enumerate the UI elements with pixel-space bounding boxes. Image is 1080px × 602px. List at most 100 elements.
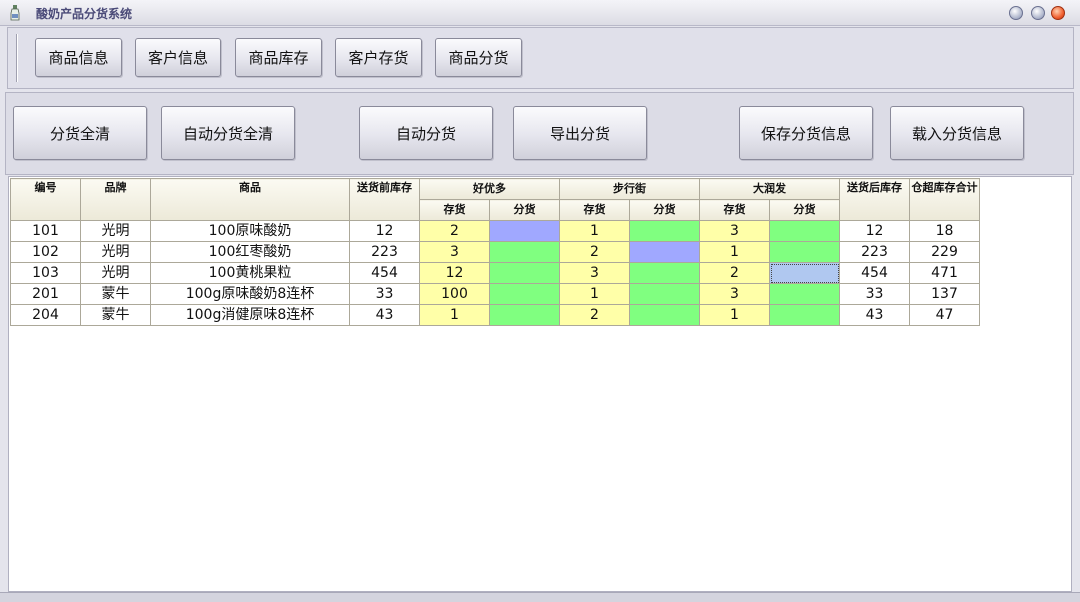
cell-stock-after[interactable]: 454	[839, 262, 910, 284]
cell-total[interactable]: 47	[909, 304, 980, 326]
cell-allocate[interactable]	[489, 262, 560, 284]
cell-brand[interactable]: 光明	[80, 241, 151, 263]
cell-allocate[interactable]	[769, 241, 840, 263]
cell-stock[interactable]: 1	[559, 220, 630, 242]
close-button[interactable]	[1051, 6, 1065, 20]
title-bar: 酸奶产品分货系统	[0, 0, 1080, 26]
product-stock-button[interactable]: 商品库存	[235, 38, 322, 77]
cell-allocate[interactable]	[769, 283, 840, 305]
cell-product[interactable]: 100原味酸奶	[150, 220, 350, 242]
cell-id[interactable]: 103	[10, 262, 81, 284]
cell-stock-before[interactable]: 33	[349, 283, 420, 305]
cell-id[interactable]: 204	[10, 304, 81, 326]
cell-allocate-selected[interactable]	[769, 262, 840, 284]
cell-allocate[interactable]	[629, 262, 700, 284]
product-info-button[interactable]: 商品信息	[35, 38, 122, 77]
cell-stock-before[interactable]: 454	[349, 262, 420, 284]
cell-stock-before[interactable]: 43	[349, 304, 420, 326]
col-header-id[interactable]: 编号	[10, 178, 81, 221]
cell-product[interactable]: 100g原味酸奶8连杯	[150, 283, 350, 305]
cell-brand[interactable]: 光明	[80, 220, 151, 242]
cell-brand[interactable]: 光明	[80, 262, 151, 284]
cell-stock[interactable]: 100	[419, 283, 490, 305]
auto-clear-all-button[interactable]: 自动分货全清	[161, 106, 295, 160]
cell-stock-after[interactable]: 33	[839, 283, 910, 305]
cell-id[interactable]: 101	[10, 220, 81, 242]
maximize-button[interactable]	[1031, 6, 1045, 20]
allocation-table: 编号 品牌 商品 送货前库存 好优多 步行街 大润发 送货后库存 仓超库存合计 …	[10, 178, 980, 326]
cell-product[interactable]: 100g消健原味8连杯	[150, 304, 350, 326]
load-allocation-button[interactable]: 载入分货信息	[890, 106, 1024, 160]
cell-stock-after[interactable]: 12	[839, 220, 910, 242]
cell-allocate[interactable]	[769, 220, 840, 242]
cell-stock[interactable]: 1	[419, 304, 490, 326]
cell-stock-after[interactable]: 43	[839, 304, 910, 326]
cell-stock[interactable]: 2	[419, 220, 490, 242]
col-header-stock[interactable]: 存货	[699, 199, 770, 221]
cell-stock-before[interactable]: 223	[349, 241, 420, 263]
cell-id[interactable]: 201	[10, 283, 81, 305]
table-row[interactable]: 204 蒙牛 100g消健原味8连杯 43 1 2 1 43 47	[10, 304, 980, 326]
col-header-overflow-total[interactable]: 仓超库存合计	[909, 178, 980, 221]
cell-stock[interactable]: 3	[699, 283, 770, 305]
cell-stock[interactable]: 3	[699, 220, 770, 242]
cell-allocate[interactable]	[489, 241, 560, 263]
minimize-button[interactable]	[1009, 6, 1023, 20]
col-header-brand[interactable]: 品牌	[80, 178, 151, 221]
cell-stock[interactable]: 1	[699, 304, 770, 326]
cell-id[interactable]: 102	[10, 241, 81, 263]
status-strip	[0, 592, 1080, 602]
cell-stock[interactable]: 3	[559, 262, 630, 284]
cell-allocate[interactable]	[769, 304, 840, 326]
col-header-stock-before[interactable]: 送货前库存	[349, 178, 420, 221]
col-header-stock[interactable]: 存货	[419, 199, 490, 221]
product-allocation-button[interactable]: 商品分货	[435, 38, 522, 77]
cell-allocate[interactable]	[629, 241, 700, 263]
cell-total[interactable]: 471	[909, 262, 980, 284]
cell-brand[interactable]: 蒙牛	[80, 304, 151, 326]
cell-allocate[interactable]	[489, 220, 560, 242]
cell-stock-after[interactable]: 223	[839, 241, 910, 263]
save-allocation-button[interactable]: 保存分货信息	[739, 106, 873, 160]
col-header-stock[interactable]: 存货	[559, 199, 630, 221]
cell-total[interactable]: 229	[909, 241, 980, 263]
col-header-store-buxingjie[interactable]: 步行街	[559, 178, 700, 200]
cell-stock[interactable]: 2	[699, 262, 770, 284]
cell-brand[interactable]: 蒙牛	[80, 283, 151, 305]
auto-allocate-button[interactable]: 自动分货	[359, 106, 493, 160]
cell-total[interactable]: 18	[909, 220, 980, 242]
bottle-icon	[10, 5, 20, 21]
cell-total[interactable]: 137	[909, 283, 980, 305]
col-header-store-haoyouduo[interactable]: 好优多	[419, 178, 560, 200]
table-row[interactable]: 103 光明 100黄桃果粒 454 12 3 2 454 471	[10, 262, 980, 284]
cell-allocate[interactable]	[629, 304, 700, 326]
cell-stock[interactable]: 1	[699, 241, 770, 263]
customer-stock-button[interactable]: 客户存货	[335, 38, 422, 77]
col-header-allocate[interactable]: 分货	[489, 199, 560, 221]
cell-stock-before[interactable]: 12	[349, 220, 420, 242]
cell-stock[interactable]: 2	[559, 304, 630, 326]
export-allocation-button[interactable]: 导出分货	[513, 106, 647, 160]
cell-stock[interactable]: 3	[419, 241, 490, 263]
cell-stock[interactable]: 2	[559, 241, 630, 263]
col-header-allocate[interactable]: 分货	[769, 199, 840, 221]
col-header-stock-after[interactable]: 送货后库存	[839, 178, 910, 221]
table-row[interactable]: 102 光明 100红枣酸奶 223 3 2 1 223 229	[10, 241, 980, 263]
col-header-store-darunfa[interactable]: 大润发	[699, 178, 840, 200]
table-row[interactable]: 101 光明 100原味酸奶 12 2 1 3 12 18	[10, 220, 980, 242]
cell-product[interactable]: 100黄桃果粒	[150, 262, 350, 284]
customer-info-button[interactable]: 客户信息	[135, 38, 221, 77]
cell-allocate[interactable]	[629, 283, 700, 305]
table-row[interactable]: 201 蒙牛 100g原味酸奶8连杯 33 100 1 3 33 137	[10, 283, 980, 305]
cell-stock[interactable]: 12	[419, 262, 490, 284]
cell-product[interactable]: 100红枣酸奶	[150, 241, 350, 263]
clear-allocation-button[interactable]: 分货全清	[13, 106, 147, 160]
col-header-product[interactable]: 商品	[150, 178, 350, 221]
window-title: 酸奶产品分货系统	[36, 7, 133, 21]
cell-allocate[interactable]	[489, 304, 560, 326]
allocation-grid: 编号 品牌 商品 送货前库存 好优多 步行街 大润发 送货后库存 仓超库存合计 …	[8, 176, 1072, 592]
cell-stock[interactable]: 1	[559, 283, 630, 305]
cell-allocate[interactable]	[489, 283, 560, 305]
col-header-allocate[interactable]: 分货	[629, 199, 700, 221]
cell-allocate[interactable]	[629, 220, 700, 242]
